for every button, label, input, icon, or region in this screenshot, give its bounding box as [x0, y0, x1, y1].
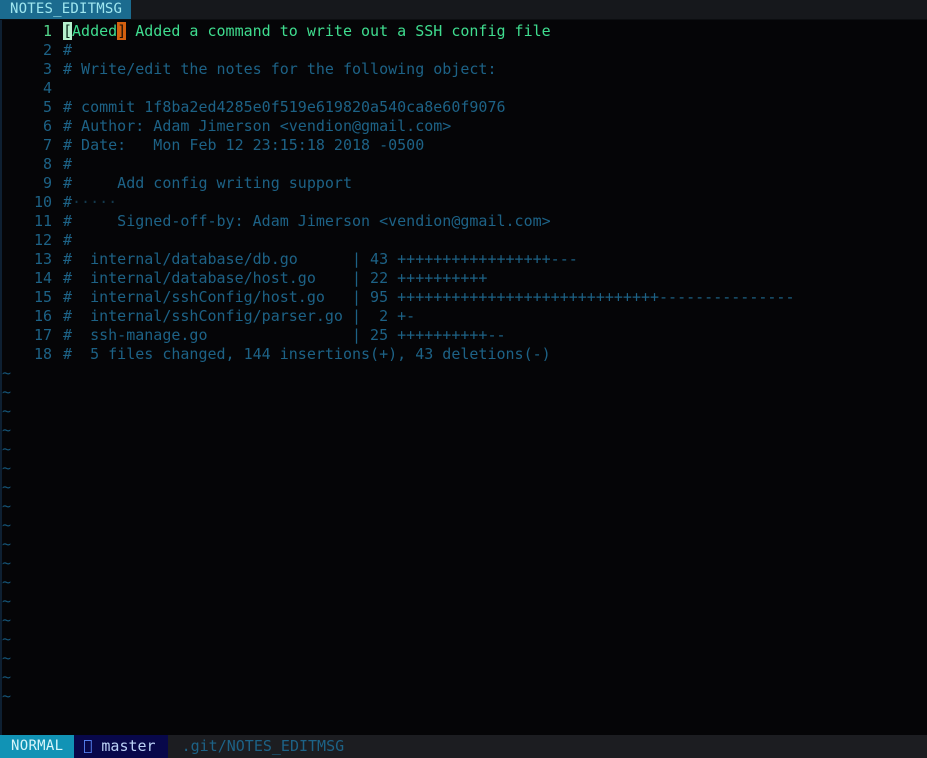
line-number: 7 — [42, 136, 52, 154]
buffer-line[interactable]: 7 # Date: Mon Feb 12 23:15:18 2018 -0500 — [0, 136, 927, 155]
line-number: 6 — [42, 117, 52, 135]
line-number: 10 — [33, 193, 52, 211]
line-number: 13 — [33, 250, 52, 268]
empty-line-marker: ~ — [2, 611, 12, 629]
buffer-line[interactable]: 10 #····· — [0, 193, 927, 212]
line-content: #····· — [52, 193, 927, 212]
status-file-path: .git/NOTES_EDITMSG — [167, 735, 927, 758]
status-mode-label: NORMAL — [11, 738, 64, 754]
empty-line-marker: ~ — [2, 573, 12, 591]
matching-bracket: ] — [117, 22, 127, 40]
buffer-line[interactable]: 11 # Signed-off-by: Adam Jimerson <vendi… — [0, 212, 927, 231]
line-content: # Author: Adam Jimerson <vendion@gmail.c… — [63, 117, 452, 135]
line-number: 14 — [33, 269, 52, 287]
title-tag-word: Added — [72, 22, 118, 40]
line-content: [Added] Added a command to write out a S… — [52, 22, 927, 41]
line-number: 16 — [33, 307, 52, 325]
empty-line-marker: ~ — [2, 440, 12, 458]
empty-line-marker: ~ — [2, 535, 12, 553]
line-content: # 5 files changed, 144 insertions(+), 43… — [63, 345, 551, 363]
empty-line-marker: ~ — [2, 687, 12, 705]
line-content: # internal/sshConfig/host.go | 95 ++++++… — [63, 288, 795, 306]
buffer-line[interactable]: 5 # commit 1f8ba2ed4285e0f519e619820a540… — [0, 98, 927, 117]
git-branch-icon:  — [83, 735, 92, 758]
empty-line-marker: ~ — [2, 516, 12, 534]
editor-buffer[interactable]: 1 [Added] Added a command to write out a… — [0, 20, 927, 735]
line-content: # Write/edit the notes for the following… — [63, 60, 497, 78]
buffer-line[interactable]: 13 # internal/database/db.go | 43 ++++++… — [0, 250, 927, 269]
line-content: # internal/database/db.go | 43 +++++++++… — [63, 250, 578, 268]
tabline: NOTES_EDITMSG — [0, 0, 927, 20]
empty-line-marker: ~ — [2, 668, 12, 686]
empty-line-marker: ~ — [2, 554, 12, 572]
empty-line-marker: ~ — [2, 592, 12, 610]
empty-line-marker: ~ — [2, 402, 12, 420]
line-content: # commit 1f8ba2ed4285e0f519e619820a540ca… — [63, 98, 506, 116]
buffer-line[interactable]: 9 # Add config writing support — [0, 174, 927, 193]
buffer-line[interactable]: 16 # internal/sshConfig/parser.go | 2 +- — [0, 307, 927, 326]
empty-line-marker: ~ — [2, 383, 12, 401]
buffer-line[interactable]: 18 # 5 files changed, 144 insertions(+),… — [0, 345, 927, 364]
line-number: 4 — [42, 79, 52, 97]
title-text: Added a command to write out a SSH confi… — [126, 22, 551, 40]
empty-line-marker: ~ — [2, 478, 12, 496]
line-content: # Date: Mon Feb 12 23:15:18 2018 -0500 — [63, 136, 425, 154]
line-content: # internal/database/host.go | 22 +++++++… — [63, 269, 488, 287]
buffer-line[interactable]: 8 # — [0, 155, 927, 174]
line-number: 5 — [42, 98, 52, 116]
line-number: 2 — [42, 41, 52, 59]
line-number: 11 — [33, 212, 52, 230]
buffer-line[interactable]: 17 # ssh-manage.go | 25 ++++++++++-- — [0, 326, 927, 345]
line-number: 17 — [33, 326, 52, 344]
line-content: # — [63, 231, 73, 249]
line-number: 9 — [42, 174, 52, 192]
empty-line-marker: ~ — [2, 421, 12, 439]
line-number: 8 — [42, 155, 52, 173]
buffer-line[interactable]: 4 — [0, 79, 927, 98]
line-content: # Signed-off-by: Adam Jimerson <vendion@… — [63, 212, 551, 230]
buffer-line[interactable]: 2 # — [0, 41, 927, 60]
trailing-whitespace-marker: ····· — [72, 193, 118, 211]
status-file-label: .git/NOTES_EDITMSG — [172, 737, 345, 755]
line-content: # — [63, 41, 73, 59]
line-content: # internal/sshConfig/parser.go | 2 +- — [63, 307, 416, 325]
line-content: # Add config writing support — [63, 174, 352, 192]
buffer-line[interactable]: 15 # internal/sshConfig/host.go | 95 +++… — [0, 288, 927, 307]
line-number: 12 — [33, 231, 52, 249]
empty-line-marker: ~ — [2, 630, 12, 648]
buffer-line[interactable]: 12 # — [0, 231, 927, 250]
status-mode-indicator: NORMAL — [0, 735, 75, 758]
line-number: 15 — [33, 288, 52, 306]
cursor-block: [ — [63, 22, 73, 40]
line-number: 3 — [42, 60, 52, 78]
line-content: # ssh-manage.go | 25 ++++++++++-- — [63, 326, 506, 344]
empty-line-marker: ~ — [2, 649, 12, 667]
status-branch-label: master — [92, 737, 155, 755]
buffer-line[interactable]: 1 [Added] Added a command to write out a… — [0, 22, 927, 41]
line-content: # — [63, 155, 73, 173]
empty-line-marker: ~ — [2, 497, 12, 515]
buffer-line[interactable]: 3 # Write/edit the notes for the followi… — [0, 60, 927, 79]
empty-line-fillers: ~ ~ ~ ~ ~ ~ ~ ~ ~ ~ ~ ~ ~ ~ ~ ~ ~ ~ — [0, 364, 927, 706]
empty-line-marker: ~ — [2, 364, 12, 382]
tabline-filler — [131, 0, 927, 19]
comment-hash: # — [63, 193, 73, 211]
status-git-branch[interactable]:  master — [74, 735, 168, 758]
empty-line-marker: ~ — [2, 459, 12, 477]
buffer-line[interactable]: 6 # Author: Adam Jimerson <vendion@gmail… — [0, 117, 927, 136]
tab-label: NOTES_EDITMSG — [10, 1, 123, 17]
vim-window: NOTES_EDITMSG 1 [Added] Added a command … — [0, 0, 927, 758]
tab-notes-editmsg[interactable]: NOTES_EDITMSG — [0, 0, 132, 19]
buffer-line[interactable]: 14 # internal/database/host.go | 22 ++++… — [0, 269, 927, 288]
line-number: 18 — [33, 345, 52, 363]
statusline: NORMAL  master .git/NOTES_EDITMSG — [0, 735, 927, 758]
line-number: 1 — [42, 22, 52, 40]
